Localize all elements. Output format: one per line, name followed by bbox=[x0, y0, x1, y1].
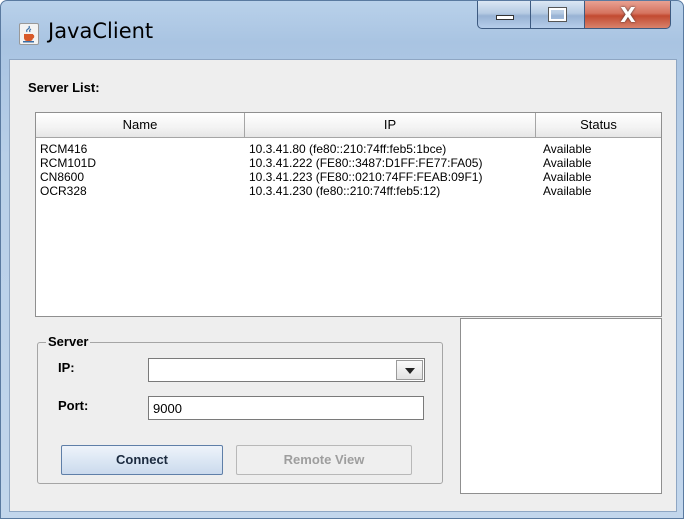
cell-ip: 10.3.41.230 (fe80::210:74ff:feb5:12) bbox=[249, 184, 441, 198]
ip-label: IP: bbox=[58, 360, 75, 375]
ip-combobox[interactable] bbox=[148, 358, 425, 382]
close-icon: X bbox=[620, 3, 636, 27]
server-table[interactable]: Name IP Status RCM416 10.3.41.80 (fe80::… bbox=[35, 112, 662, 317]
close-button[interactable]: X bbox=[585, 1, 671, 29]
server-group-legend: Server bbox=[46, 334, 91, 349]
server-list-label: Server List: bbox=[28, 80, 100, 95]
minimize-icon bbox=[496, 15, 514, 20]
minimize-button[interactable] bbox=[477, 1, 531, 29]
column-header-status[interactable]: Status bbox=[536, 113, 661, 137]
table-row[interactable]: OCR328 10.3.41.230 (fe80::210:74ff:feb5:… bbox=[36, 184, 661, 198]
cell-ip: 10.3.41.223 (FE80::0210:74FF:FEAB:09F1) bbox=[249, 170, 483, 184]
cell-status: Available bbox=[543, 170, 592, 184]
remote-view-panel bbox=[460, 318, 662, 494]
title-bar[interactable]: JavaClient X bbox=[1, 1, 683, 59]
cell-status: Available bbox=[543, 156, 592, 170]
cell-status: Available bbox=[543, 184, 592, 198]
port-input[interactable] bbox=[148, 396, 424, 420]
table-row[interactable]: RCM416 10.3.41.80 (fe80::210:74ff:feb5:1… bbox=[36, 142, 661, 156]
cell-name: RCM101D bbox=[40, 156, 97, 170]
port-label: Port: bbox=[58, 398, 89, 413]
connect-button[interactable]: Connect bbox=[61, 445, 223, 475]
chevron-down-icon bbox=[405, 368, 415, 374]
cell-ip: 10.3.41.80 (fe80::210:74ff:feb5:1bce) bbox=[249, 142, 447, 156]
table-row[interactable]: RCM101D 10.3.41.222 (FE80::3487:D1FF:FE7… bbox=[36, 156, 661, 170]
java-cup-icon[interactable] bbox=[19, 23, 39, 45]
table-header: Name IP Status bbox=[36, 113, 661, 138]
window-title: JavaClient bbox=[48, 19, 154, 43]
maximize-button[interactable] bbox=[531, 1, 585, 29]
cell-ip: 10.3.41.222 (FE80::3487:D1FF:FE77:FA05) bbox=[249, 156, 483, 170]
column-header-ip[interactable]: IP bbox=[245, 113, 536, 137]
remote-view-button[interactable]: Remote View bbox=[236, 445, 412, 475]
cell-status: Available bbox=[543, 142, 592, 156]
cell-name: CN8600 bbox=[40, 170, 85, 184]
table-body: RCM416 10.3.41.80 (fe80::210:74ff:feb5:1… bbox=[36, 142, 661, 198]
caption-buttons: X bbox=[477, 1, 671, 31]
ip-dropdown-button[interactable] bbox=[396, 360, 423, 380]
cell-name: RCM416 bbox=[40, 142, 88, 156]
column-header-name[interactable]: Name bbox=[36, 113, 245, 137]
maximize-icon bbox=[548, 7, 567, 22]
table-row[interactable]: CN8600 10.3.41.223 (FE80::0210:74FF:FEAB… bbox=[36, 170, 661, 184]
cell-name: OCR328 bbox=[40, 184, 87, 198]
